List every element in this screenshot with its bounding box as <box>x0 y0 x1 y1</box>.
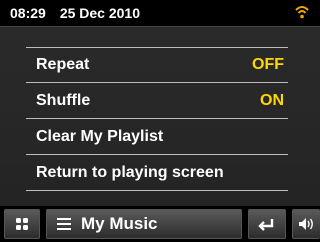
menu-item-label: Clear My Playlist <box>36 127 164 145</box>
menu-title-button[interactable]: My Music <box>46 209 242 239</box>
settings-menu: Repeat OFF Shuffle ON Clear My Playlist … <box>0 26 320 206</box>
bottom-bar: My Music <box>0 206 320 242</box>
menu-item-return-playing[interactable]: Return to playing screen <box>26 155 288 191</box>
bottom-title: My Music <box>81 214 158 233</box>
menu-item-repeat[interactable]: Repeat OFF <box>26 47 288 83</box>
speaker-icon <box>298 218 313 230</box>
grid-icon <box>16 218 28 230</box>
status-date: 25 Dec 2010 <box>59 5 140 21</box>
back-arrow-icon <box>258 219 274 231</box>
menu-item-label: Return to playing screen <box>36 163 224 181</box>
hamburger-icon <box>57 218 71 230</box>
wifi-icon <box>295 6 309 19</box>
menu-item-label: Shuffle <box>36 91 91 109</box>
back-button[interactable] <box>248 209 286 239</box>
status-time: 08:29 <box>10 5 46 21</box>
shuffle-value: ON <box>260 91 284 109</box>
volume-button[interactable] <box>292 209 320 239</box>
menu-item-shuffle[interactable]: Shuffle ON <box>26 83 288 119</box>
home-button[interactable] <box>4 209 40 239</box>
status-bar: 08:29 25 Dec 2010 <box>0 0 320 26</box>
menu-item-label: Repeat <box>36 56 90 73</box>
menu-item-clear-playlist[interactable]: Clear My Playlist <box>26 119 288 155</box>
repeat-value: OFF <box>252 56 284 73</box>
